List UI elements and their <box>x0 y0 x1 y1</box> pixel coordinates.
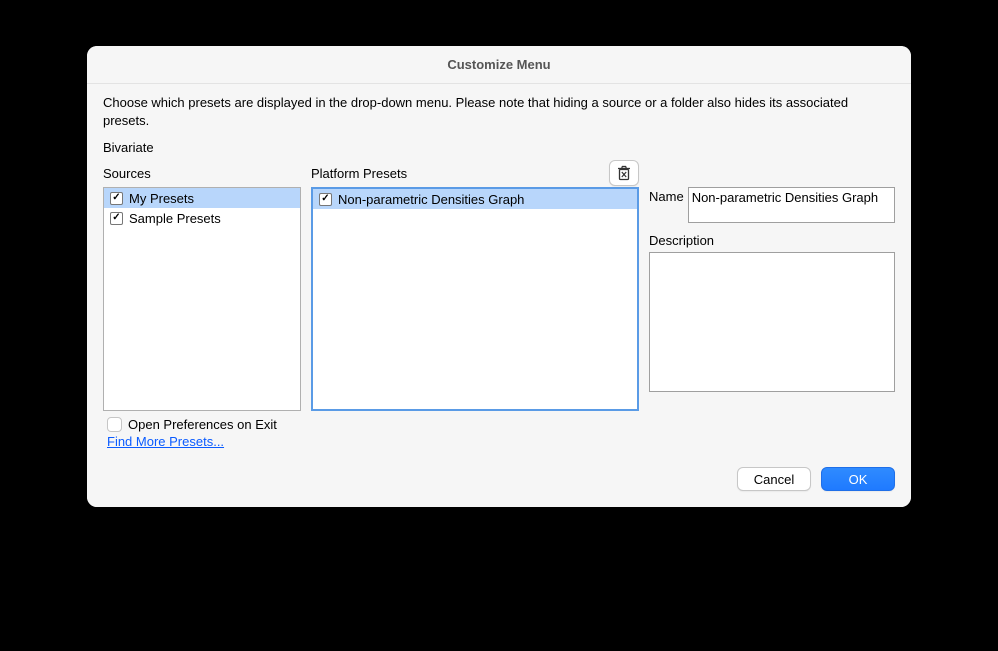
sources-item-my-presets[interactable]: My Presets <box>104 188 300 208</box>
presets-item[interactable]: Non-parametric Densities Graph <box>313 189 637 209</box>
trash-icon <box>617 165 631 181</box>
open-preferences-row: Open Preferences on Exit <box>107 417 895 432</box>
presets-header: Platform Presets <box>311 159 639 187</box>
sources-column: Sources My Presets Sample Presets <box>103 159 301 411</box>
sources-item-sample-presets[interactable]: Sample Presets <box>104 208 300 228</box>
presets-item-checkbox[interactable] <box>319 193 332 206</box>
below-columns: Open Preferences on Exit Find More Prese… <box>107 417 895 449</box>
instructions-text: Choose which presets are displayed in th… <box>103 94 895 130</box>
window-titlebar: Customize Menu <box>87 46 911 84</box>
name-row: Name <box>649 187 895 223</box>
customize-menu-window: Customize Menu Choose which presets are … <box>87 46 911 507</box>
description-input[interactable] <box>649 252 895 392</box>
ok-button[interactable]: OK <box>821 467 895 491</box>
delete-preset-button[interactable] <box>609 160 639 186</box>
columns: Sources My Presets Sample Presets Plat <box>103 159 895 411</box>
window-content: Choose which presets are displayed in th… <box>87 84 911 507</box>
properties-header-spacer <box>649 159 895 187</box>
description-block: Description <box>649 233 895 395</box>
presets-column: Platform Presets <box>311 159 639 411</box>
name-label: Name <box>649 187 684 204</box>
sources-item-checkbox[interactable] <box>110 192 123 205</box>
name-input[interactable] <box>688 187 895 223</box>
presets-item-label: Non-parametric Densities Graph <box>338 192 524 207</box>
sources-listbox[interactable]: My Presets Sample Presets <box>103 187 301 411</box>
presets-label: Platform Presets <box>311 166 407 181</box>
open-preferences-checkbox[interactable] <box>107 417 122 432</box>
window-title: Customize Menu <box>447 57 550 72</box>
sources-header: Sources <box>103 159 301 187</box>
presets-listbox[interactable]: Non-parametric Densities Graph <box>311 187 639 411</box>
platform-label: Bivariate <box>103 140 895 155</box>
sources-label: Sources <box>103 166 151 181</box>
properties-column: Name Description <box>649 159 895 395</box>
description-label: Description <box>649 233 895 248</box>
sources-item-label: My Presets <box>129 191 194 206</box>
open-preferences-label: Open Preferences on Exit <box>128 417 277 432</box>
find-more-presets-link[interactable]: Find More Presets... <box>107 434 224 449</box>
cancel-button[interactable]: Cancel <box>737 467 811 491</box>
sources-item-checkbox[interactable] <box>110 212 123 225</box>
sources-item-label: Sample Presets <box>129 211 221 226</box>
footer-buttons: Cancel OK <box>103 467 895 491</box>
